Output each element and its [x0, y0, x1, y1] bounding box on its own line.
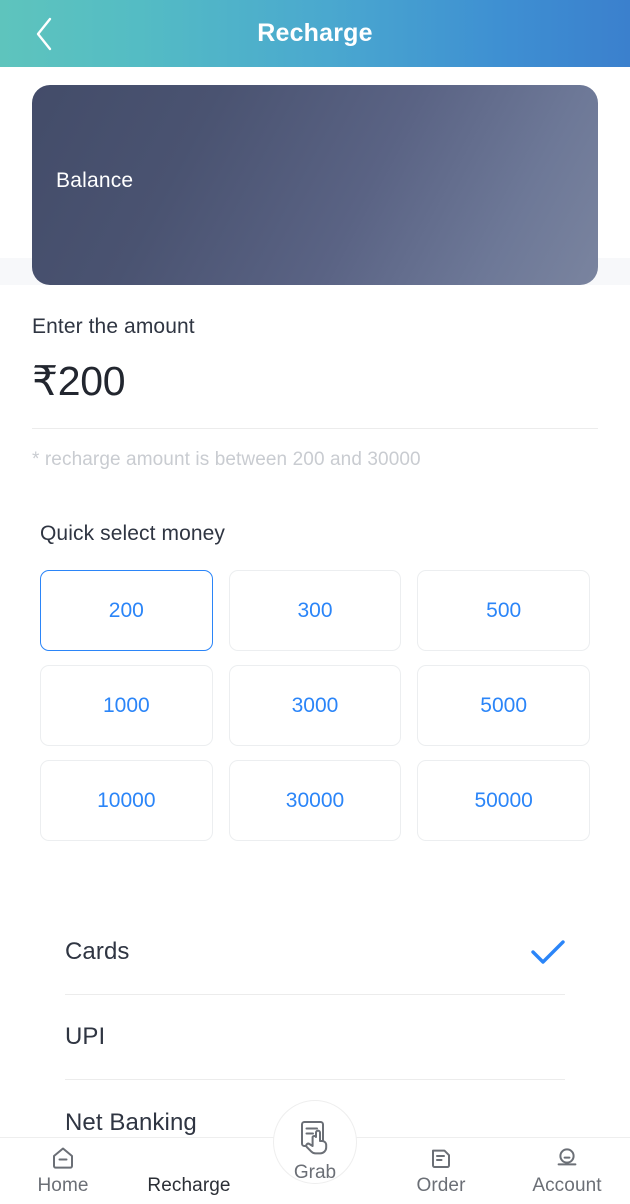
quick-select-section: Quick select money 200 300 500 1000 3000… [0, 522, 630, 841]
quick-amount-button[interactable]: 30000 [228, 760, 402, 841]
nav-item-home[interactable]: Home [0, 1138, 126, 1204]
order-document-icon [428, 1145, 454, 1171]
payment-method-label: Cards [65, 938, 130, 965]
quick-amount-button[interactable]: 300 [228, 570, 402, 651]
payment-method-row-upi[interactable]: UPI [65, 995, 565, 1080]
amount-hint: * recharge amount is between 200 and 300… [32, 449, 421, 471]
quick-amount-button[interactable]: 5000 [417, 665, 590, 746]
nav-item-grab[interactable]: Grab [252, 1100, 378, 1204]
quick-amount-button[interactable]: 500 [417, 570, 590, 651]
balance-label: Balance [56, 169, 134, 192]
grab-button-content: Grab [294, 1115, 336, 1184]
amount-divider [32, 428, 598, 430]
nav-label: Order [416, 1175, 466, 1196]
quick-select-grid: 200 300 500 1000 3000 5000 10000 30000 5… [40, 570, 590, 841]
nav-label: Home [37, 1175, 89, 1196]
nav-item-order[interactable]: Order [378, 1138, 504, 1204]
bottom-navigation: Home Recharge Grab Order Account [0, 1100, 630, 1204]
payment-method-row-cards[interactable]: Cards [65, 910, 565, 995]
home-icon [50, 1145, 76, 1171]
payment-method-label: Net Banking [65, 1108, 197, 1136]
nav-item-account[interactable]: Account [504, 1138, 630, 1204]
nav-item-recharge[interactable]: Recharge [126, 1138, 252, 1204]
amount-label: Enter the amount [32, 315, 195, 338]
page-title: Recharge [257, 19, 373, 47]
quick-amount-button[interactable]: 200 [40, 570, 213, 651]
back-button[interactable] [18, 8, 70, 60]
app-header: Recharge [0, 0, 630, 67]
recharge-screen: Recharge Balance Enter the amount ₹200 *… [0, 0, 630, 1204]
scroll-content[interactable]: Balance Enter the amount ₹200 * recharge… [0, 67, 630, 1137]
amount-section: Enter the amount ₹200 * recharge amount … [0, 315, 630, 471]
check-icon [531, 939, 565, 965]
quick-select-title: Quick select money [40, 522, 226, 545]
amount-input[interactable]: ₹200 [32, 359, 598, 403]
nav-label: Recharge [147, 1175, 231, 1196]
quick-amount-button[interactable]: 1000 [40, 665, 213, 746]
grab-hand-document-icon [294, 1115, 336, 1159]
nav-label: Grab [293, 1162, 337, 1183]
payment-method-label: UPI [65, 1023, 106, 1050]
quick-amount-button[interactable]: 3000 [228, 665, 402, 746]
nav-label: Account [532, 1175, 602, 1196]
chevron-left-icon [33, 16, 55, 52]
quick-amount-button[interactable]: 50000 [417, 760, 590, 841]
account-person-icon [554, 1145, 580, 1171]
quick-amount-button[interactable]: 10000 [40, 760, 213, 841]
balance-card[interactable]: Balance [32, 85, 598, 285]
